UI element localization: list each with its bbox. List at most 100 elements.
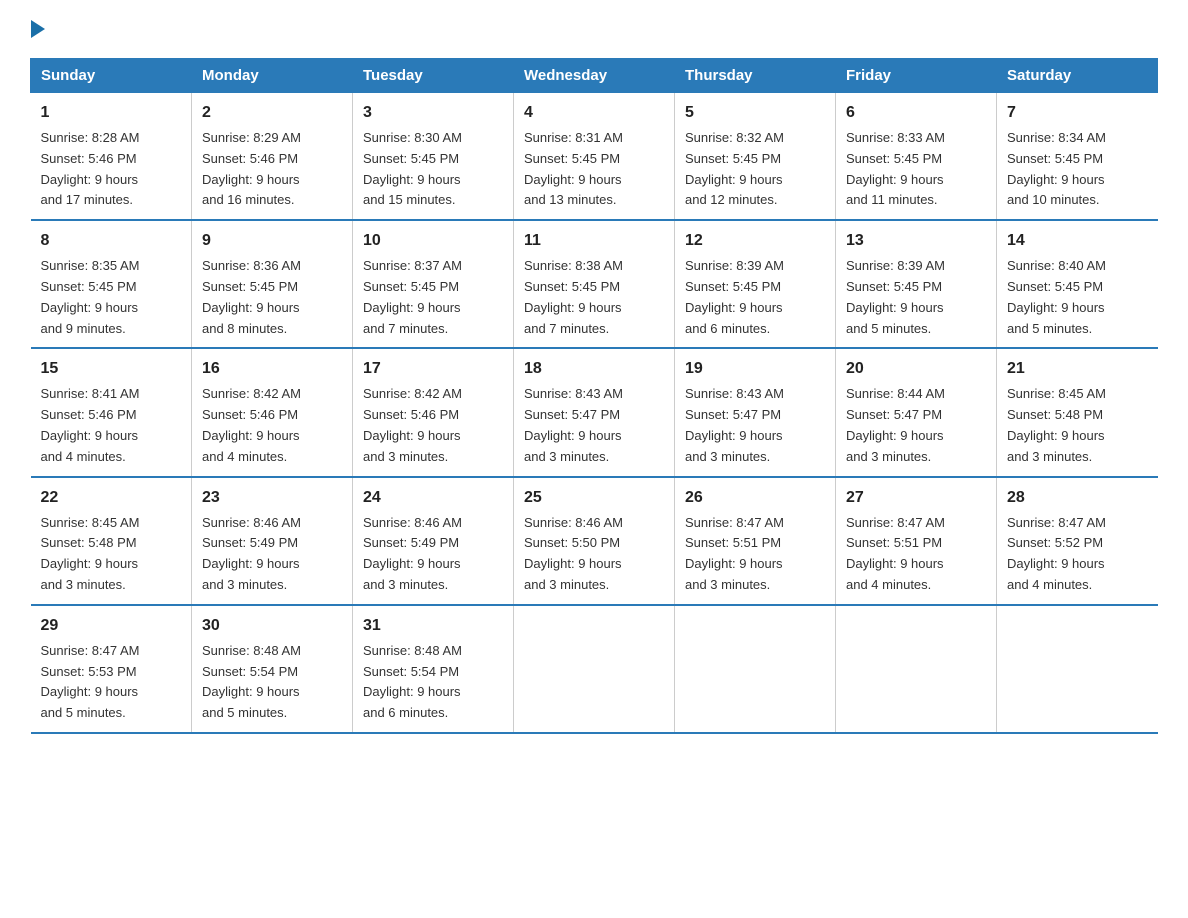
day-info: Sunrise: 8:38 AMSunset: 5:45 PMDaylight:…	[524, 258, 623, 335]
day-info: Sunrise: 8:37 AMSunset: 5:45 PMDaylight:…	[363, 258, 462, 335]
calendar-cell: 22 Sunrise: 8:45 AMSunset: 5:48 PMDaylig…	[31, 477, 192, 605]
calendar-cell: 6 Sunrise: 8:33 AMSunset: 5:45 PMDayligh…	[836, 93, 997, 221]
calendar-cell: 23 Sunrise: 8:46 AMSunset: 5:49 PMDaylig…	[192, 477, 353, 605]
calendar-cell: 28 Sunrise: 8:47 AMSunset: 5:52 PMDaylig…	[997, 477, 1158, 605]
day-number: 13	[846, 229, 986, 253]
calendar-cell: 31 Sunrise: 8:48 AMSunset: 5:54 PMDaylig…	[353, 605, 514, 733]
logo-arrow-icon	[31, 20, 45, 38]
calendar-cell: 18 Sunrise: 8:43 AMSunset: 5:47 PMDaylig…	[514, 348, 675, 476]
calendar-table: SundayMondayTuesdayWednesdayThursdayFrid…	[30, 58, 1158, 734]
day-info: Sunrise: 8:47 AMSunset: 5:51 PMDaylight:…	[685, 515, 784, 592]
day-number: 28	[1007, 486, 1148, 510]
calendar-cell: 26 Sunrise: 8:47 AMSunset: 5:51 PMDaylig…	[675, 477, 836, 605]
day-info: Sunrise: 8:48 AMSunset: 5:54 PMDaylight:…	[363, 643, 462, 720]
day-info: Sunrise: 8:47 AMSunset: 5:52 PMDaylight:…	[1007, 515, 1106, 592]
day-info: Sunrise: 8:44 AMSunset: 5:47 PMDaylight:…	[846, 386, 945, 463]
day-number: 19	[685, 357, 825, 381]
calendar-cell: 7 Sunrise: 8:34 AMSunset: 5:45 PMDayligh…	[997, 93, 1158, 221]
calendar-cell: 17 Sunrise: 8:42 AMSunset: 5:46 PMDaylig…	[353, 348, 514, 476]
weekday-header-thursday: Thursday	[675, 59, 836, 93]
calendar-cell: 15 Sunrise: 8:41 AMSunset: 5:46 PMDaylig…	[31, 348, 192, 476]
day-number: 16	[202, 357, 342, 381]
calendar-cell: 11 Sunrise: 8:38 AMSunset: 5:45 PMDaylig…	[514, 220, 675, 348]
day-info: Sunrise: 8:48 AMSunset: 5:54 PMDaylight:…	[202, 643, 301, 720]
calendar-cell: 5 Sunrise: 8:32 AMSunset: 5:45 PMDayligh…	[675, 93, 836, 221]
day-info: Sunrise: 8:46 AMSunset: 5:50 PMDaylight:…	[524, 515, 623, 592]
day-info: Sunrise: 8:43 AMSunset: 5:47 PMDaylight:…	[524, 386, 623, 463]
week-row-2: 8 Sunrise: 8:35 AMSunset: 5:45 PMDayligh…	[31, 220, 1158, 348]
calendar-cell: 12 Sunrise: 8:39 AMSunset: 5:45 PMDaylig…	[675, 220, 836, 348]
day-number: 21	[1007, 357, 1148, 381]
calendar-cell: 24 Sunrise: 8:46 AMSunset: 5:49 PMDaylig…	[353, 477, 514, 605]
calendar-cell: 4 Sunrise: 8:31 AMSunset: 5:45 PMDayligh…	[514, 93, 675, 221]
day-number: 9	[202, 229, 342, 253]
day-info: Sunrise: 8:36 AMSunset: 5:45 PMDaylight:…	[202, 258, 301, 335]
day-number: 4	[524, 101, 664, 125]
calendar-cell: 30 Sunrise: 8:48 AMSunset: 5:54 PMDaylig…	[192, 605, 353, 733]
calendar-cell: 10 Sunrise: 8:37 AMSunset: 5:45 PMDaylig…	[353, 220, 514, 348]
day-number: 8	[41, 229, 182, 253]
day-info: Sunrise: 8:31 AMSunset: 5:45 PMDaylight:…	[524, 130, 623, 207]
day-info: Sunrise: 8:32 AMSunset: 5:45 PMDaylight:…	[685, 130, 784, 207]
day-number: 20	[846, 357, 986, 381]
page-header	[30, 20, 1158, 38]
day-info: Sunrise: 8:43 AMSunset: 5:47 PMDaylight:…	[685, 386, 784, 463]
day-info: Sunrise: 8:35 AMSunset: 5:45 PMDaylight:…	[41, 258, 140, 335]
calendar-cell: 29 Sunrise: 8:47 AMSunset: 5:53 PMDaylig…	[31, 605, 192, 733]
day-number: 11	[524, 229, 664, 253]
calendar-cell	[836, 605, 997, 733]
day-number: 18	[524, 357, 664, 381]
day-info: Sunrise: 8:46 AMSunset: 5:49 PMDaylight:…	[202, 515, 301, 592]
day-number: 25	[524, 486, 664, 510]
day-number: 17	[363, 357, 503, 381]
calendar-cell	[997, 605, 1158, 733]
weekday-header-monday: Monday	[192, 59, 353, 93]
day-number: 31	[363, 614, 503, 638]
day-info: Sunrise: 8:39 AMSunset: 5:45 PMDaylight:…	[685, 258, 784, 335]
calendar-cell	[675, 605, 836, 733]
day-info: Sunrise: 8:47 AMSunset: 5:51 PMDaylight:…	[846, 515, 945, 592]
day-number: 27	[846, 486, 986, 510]
day-info: Sunrise: 8:42 AMSunset: 5:46 PMDaylight:…	[202, 386, 301, 463]
weekday-header-sunday: Sunday	[31, 59, 192, 93]
weekday-header-saturday: Saturday	[997, 59, 1158, 93]
calendar-cell: 27 Sunrise: 8:47 AMSunset: 5:51 PMDaylig…	[836, 477, 997, 605]
day-number: 12	[685, 229, 825, 253]
day-number: 24	[363, 486, 503, 510]
day-info: Sunrise: 8:40 AMSunset: 5:45 PMDaylight:…	[1007, 258, 1106, 335]
weekday-header-wednesday: Wednesday	[514, 59, 675, 93]
calendar-cell	[514, 605, 675, 733]
calendar-cell: 16 Sunrise: 8:42 AMSunset: 5:46 PMDaylig…	[192, 348, 353, 476]
day-info: Sunrise: 8:45 AMSunset: 5:48 PMDaylight:…	[41, 515, 140, 592]
calendar-cell: 19 Sunrise: 8:43 AMSunset: 5:47 PMDaylig…	[675, 348, 836, 476]
calendar-cell: 9 Sunrise: 8:36 AMSunset: 5:45 PMDayligh…	[192, 220, 353, 348]
day-number: 5	[685, 101, 825, 125]
weekday-header-friday: Friday	[836, 59, 997, 93]
calendar-cell: 20 Sunrise: 8:44 AMSunset: 5:47 PMDaylig…	[836, 348, 997, 476]
day-number: 23	[202, 486, 342, 510]
calendar-cell: 25 Sunrise: 8:46 AMSunset: 5:50 PMDaylig…	[514, 477, 675, 605]
day-number: 26	[685, 486, 825, 510]
day-info: Sunrise: 8:34 AMSunset: 5:45 PMDaylight:…	[1007, 130, 1106, 207]
day-number: 29	[41, 614, 182, 638]
calendar-cell: 1 Sunrise: 8:28 AMSunset: 5:46 PMDayligh…	[31, 93, 192, 221]
day-info: Sunrise: 8:47 AMSunset: 5:53 PMDaylight:…	[41, 643, 140, 720]
day-info: Sunrise: 8:46 AMSunset: 5:49 PMDaylight:…	[363, 515, 462, 592]
calendar-cell: 2 Sunrise: 8:29 AMSunset: 5:46 PMDayligh…	[192, 93, 353, 221]
weekday-header-tuesday: Tuesday	[353, 59, 514, 93]
day-number: 22	[41, 486, 182, 510]
calendar-cell: 3 Sunrise: 8:30 AMSunset: 5:45 PMDayligh…	[353, 93, 514, 221]
day-info: Sunrise: 8:39 AMSunset: 5:45 PMDaylight:…	[846, 258, 945, 335]
week-row-4: 22 Sunrise: 8:45 AMSunset: 5:48 PMDaylig…	[31, 477, 1158, 605]
day-number: 10	[363, 229, 503, 253]
calendar-cell: 13 Sunrise: 8:39 AMSunset: 5:45 PMDaylig…	[836, 220, 997, 348]
day-number: 15	[41, 357, 182, 381]
day-number: 30	[202, 614, 342, 638]
day-info: Sunrise: 8:29 AMSunset: 5:46 PMDaylight:…	[202, 130, 301, 207]
weekday-header-row: SundayMondayTuesdayWednesdayThursdayFrid…	[31, 59, 1158, 93]
day-number: 7	[1007, 101, 1148, 125]
week-row-1: 1 Sunrise: 8:28 AMSunset: 5:46 PMDayligh…	[31, 93, 1158, 221]
day-number: 6	[846, 101, 986, 125]
calendar-cell: 8 Sunrise: 8:35 AMSunset: 5:45 PMDayligh…	[31, 220, 192, 348]
day-info: Sunrise: 8:30 AMSunset: 5:45 PMDaylight:…	[363, 130, 462, 207]
